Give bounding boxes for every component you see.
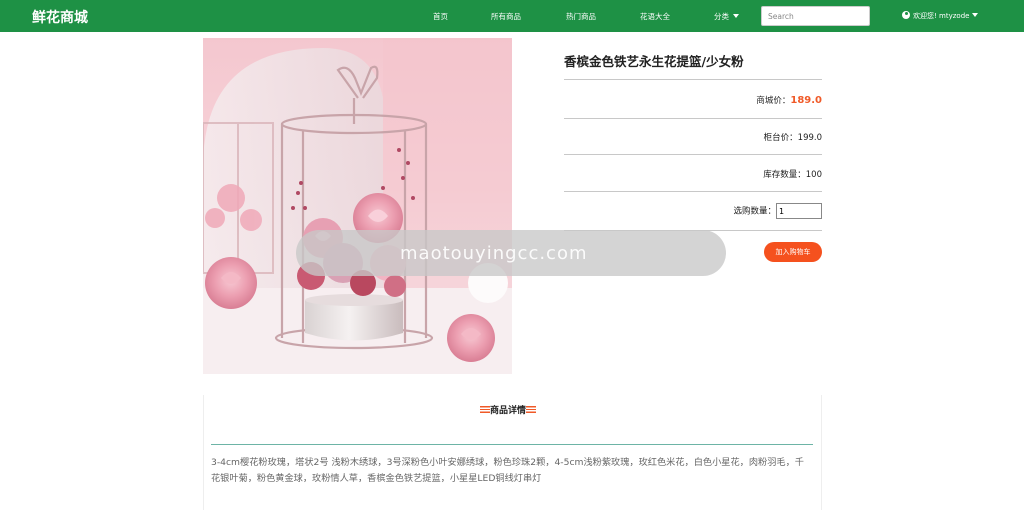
product-image — [203, 38, 512, 374]
nav-flower-language[interactable]: 花语大全 — [640, 11, 670, 22]
top-navbar: 鲜花商城 首页 所有商品 热门商品 花语大全 分类 欢迎您! mtyzode — [0, 0, 1024, 32]
counter-price-value: 199.0 — [797, 133, 822, 143]
add-to-cart-button[interactable]: 加入购物车 — [764, 242, 822, 262]
detail-heading-label: 商品详情 — [490, 406, 527, 416]
detail-divider — [211, 444, 813, 445]
stock-row: 库存数量：100 — [763, 168, 822, 180]
quantity-row: 选购数量： — [733, 203, 822, 219]
nav-category-dropdown[interactable]: 分类 — [714, 11, 739, 22]
mall-price-label: 商城价： — [756, 96, 791, 106]
site-brand[interactable]: 鲜花商城 — [32, 7, 88, 27]
stock-label: 库存数量： — [763, 170, 806, 180]
divider — [564, 191, 822, 192]
user-greeting: 欢迎您! mtyzode — [913, 12, 970, 20]
flower-basket-illustration — [203, 38, 512, 374]
stock-value: 100 — [805, 170, 822, 180]
counter-price-label: 柜台价： — [763, 133, 798, 143]
nav-hot-products[interactable]: 热门商品 — [566, 11, 596, 22]
nav-home[interactable]: 首页 — [433, 11, 448, 22]
product-title: 香槟金色铁艺永生花提篮/少女粉 — [564, 54, 744, 69]
watermark-text: maotouyingcc.com — [400, 243, 588, 264]
divider — [564, 118, 822, 119]
heading-bars-icon — [480, 406, 490, 413]
counter-price-row: 柜台价：199.0 — [764, 131, 822, 143]
user-icon — [902, 11, 910, 19]
heading-bars-icon — [526, 406, 537, 413]
mall-price-value: 189.0 — [790, 95, 822, 106]
mall-price-row: 商城价：189.0 — [756, 94, 822, 106]
divider — [564, 154, 822, 155]
detail-heading: 商品详情 — [480, 403, 537, 416]
divider — [564, 79, 822, 80]
nav-all-products[interactable]: 所有商品 — [491, 11, 521, 22]
quantity-input[interactable] — [776, 203, 822, 219]
search-input[interactable] — [761, 6, 870, 26]
user-menu[interactable]: 欢迎您! mtyzode — [902, 11, 978, 21]
detail-description: 3-4cm樱花粉玫瑰，塔状2号 浅粉木绣球，3号深粉色小叶安娜绣球，粉色珍珠2颗… — [211, 457, 804, 484]
quantity-label: 选购数量： — [733, 206, 776, 217]
